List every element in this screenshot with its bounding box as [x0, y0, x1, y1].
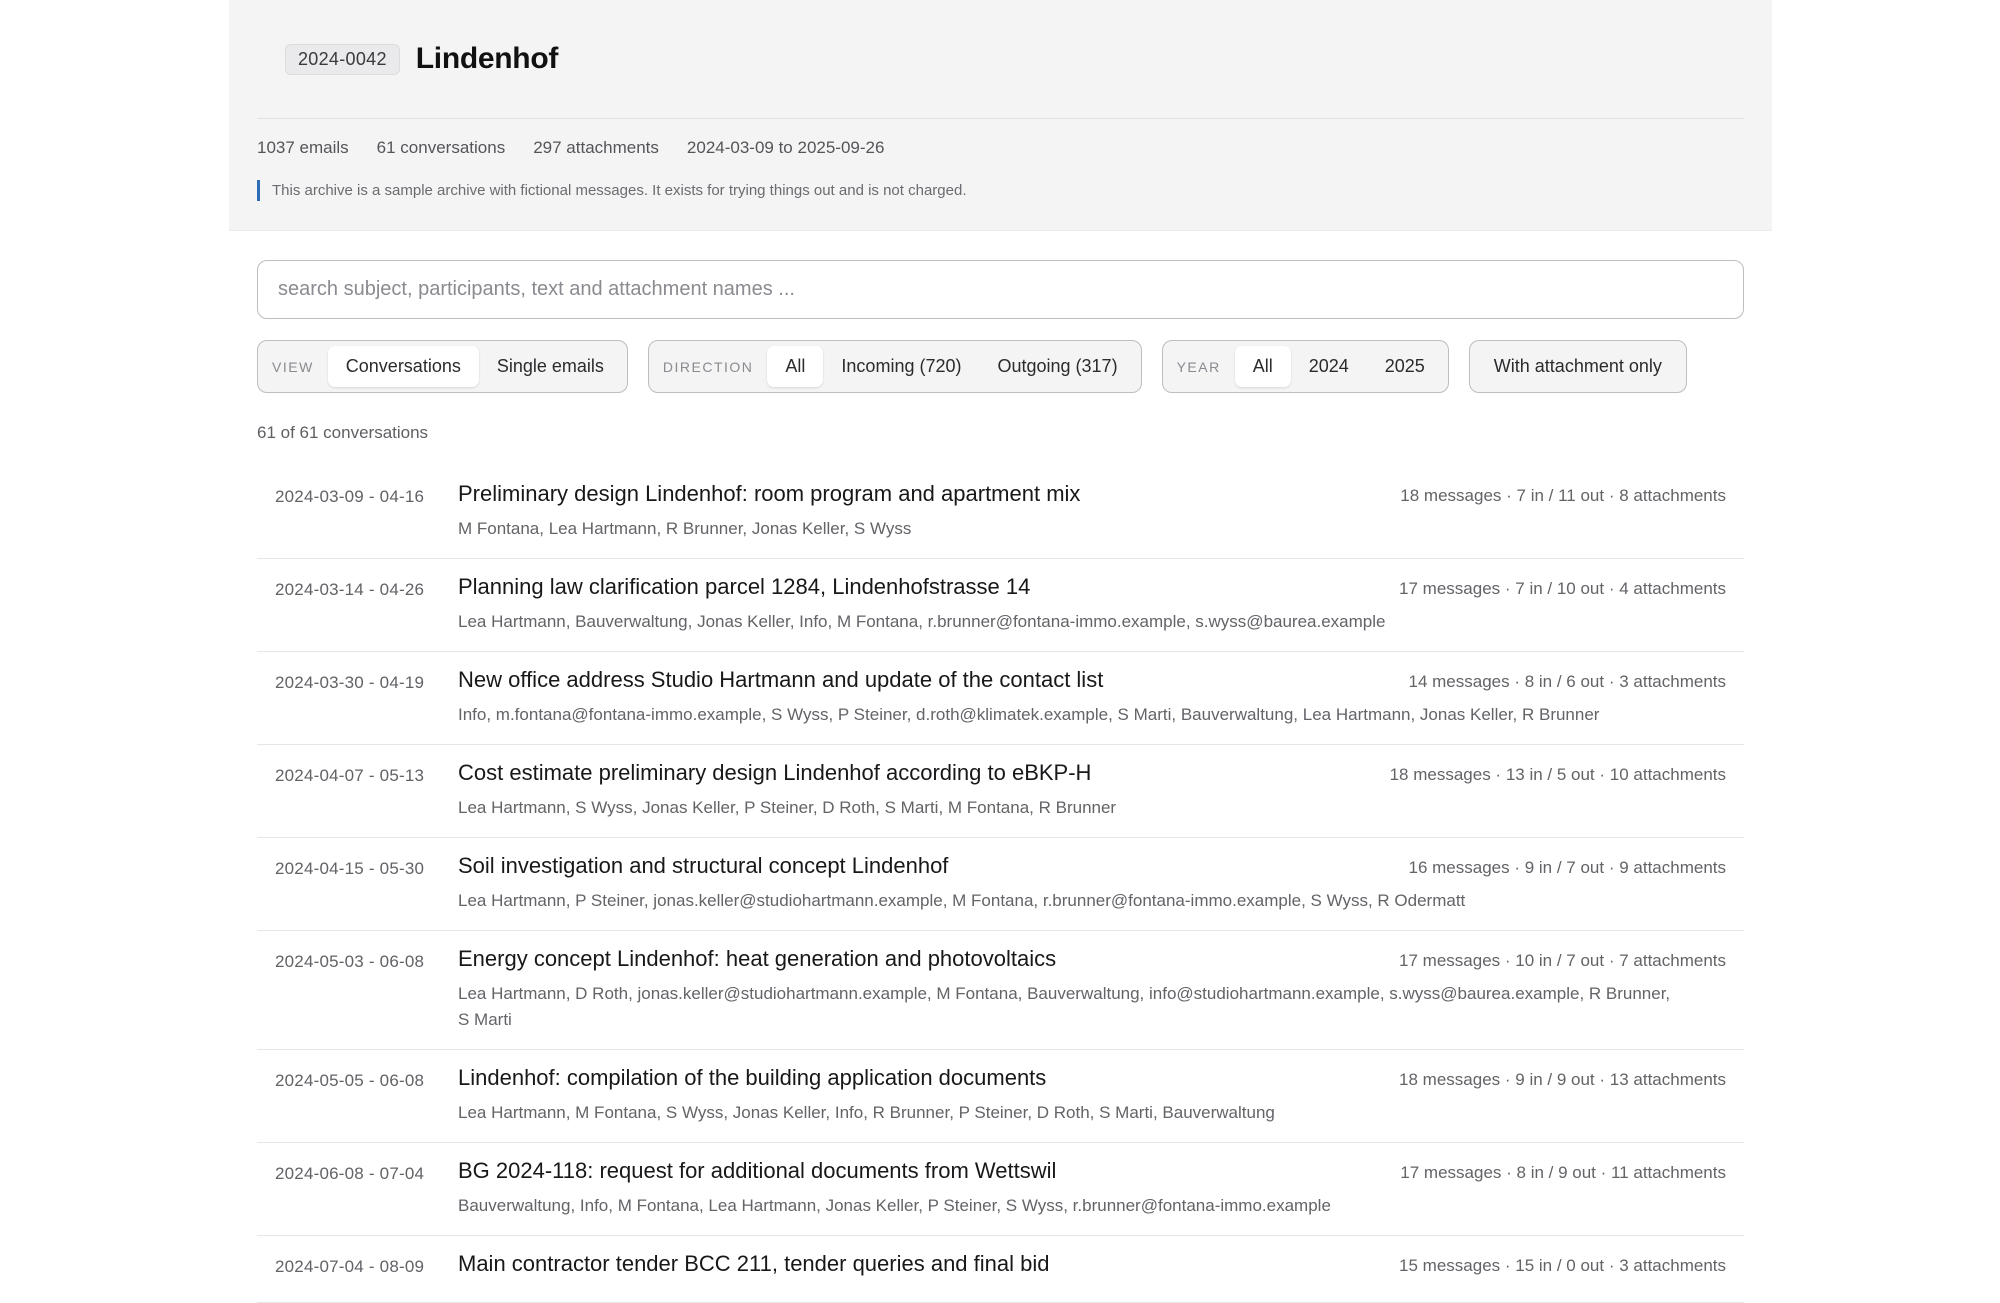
- view-option-conversations[interactable]: Conversations: [327, 346, 479, 387]
- conversation-body: Planning law clarification parcel 1284, …: [458, 559, 1726, 651]
- conversation-body: Main contractor tender BCC 211, tender q…: [458, 1236, 1726, 1302]
- conversation-row[interactable]: 2024-05-03 - 06-08 Energy concept Linden…: [257, 931, 1744, 1050]
- conversation-meta: 17 messages · 8 in / 9 out · 11 attachme…: [1400, 1163, 1726, 1182]
- conversation-body: BG 2024-118: request for additional docu…: [458, 1143, 1726, 1235]
- conversation-header: Main contractor tender BCC 211, tender q…: [458, 1251, 1726, 1277]
- conversation-body: Preliminary design Lindenhof: room progr…: [458, 466, 1726, 558]
- conversation-date: 2024-06-08 - 07-04: [275, 1164, 425, 1183]
- conversation-row[interactable]: 2024-04-15 - 05-30 Soil investigation an…: [257, 838, 1744, 931]
- conversation-meta: 17 messages · 10 in / 7 out · 7 attachme…: [1399, 951, 1726, 970]
- conversation-meta: 18 messages · 7 in / 11 out · 8 attachme…: [1400, 486, 1726, 505]
- conversation-subject[interactable]: Main contractor tender BCC 211, tender q…: [458, 1251, 1050, 1277]
- stat-emails: 1037 emails: [257, 138, 349, 157]
- stat-attachments: 297 attachments: [533, 138, 659, 157]
- conversation-subject[interactable]: Preliminary design Lindenhof: room progr…: [458, 481, 1080, 507]
- conversation-subject[interactable]: Cost estimate preliminary design Lindenh…: [458, 760, 1091, 786]
- conversation-subject[interactable]: BG 2024-118: request for additional docu…: [458, 1158, 1056, 1184]
- archive-page: 2024-0042 Lindenhof 1037 emails 61 conve…: [229, 0, 1772, 1303]
- conversation-row[interactable]: 2024-03-09 - 04-16 Preliminary design Li…: [257, 466, 1744, 559]
- conversation-participants: Lea Hartmann, Bauverwaltung, Jonas Kelle…: [458, 612, 1386, 631]
- conversation-row[interactable]: 2024-07-04 - 08-09 Main contractor tende…: [257, 1236, 1744, 1303]
- conversation-participants: Info, m.fontana@fontana-immo.example, S …: [458, 705, 1600, 724]
- conversation-body: Soil investigation and structural concep…: [458, 838, 1726, 930]
- year-option-2025[interactable]: 2025: [1367, 346, 1443, 387]
- case-id-badge: 2024-0042: [285, 43, 400, 75]
- page-title: Lindenhof: [415, 42, 559, 75]
- conversation-subject[interactable]: Soil investigation and structural concep…: [458, 853, 948, 879]
- direction-option-outgoing[interactable]: Outgoing (317): [979, 346, 1135, 387]
- conversation-header: Planning law clarification parcel 1284, …: [458, 574, 1726, 600]
- conversation-date: 2024-05-03 - 06-08: [275, 952, 425, 971]
- conversation-date: 2024-04-07 - 05-13: [275, 766, 425, 785]
- conversation-date: 2024-03-09 - 04-16: [275, 487, 425, 506]
- main-content: VIEW Conversations Single emails DIRECTI…: [229, 231, 1772, 1303]
- conversation-subject[interactable]: Energy concept Lindenhof: heat generatio…: [458, 946, 1056, 972]
- year-filter: YEAR All 2024 2025: [1161, 340, 1449, 393]
- conversation-row[interactable]: 2024-04-07 - 05-13 Cost estimate prelimi…: [257, 745, 1744, 838]
- conversation-participants: Lea Hartmann, P Steiner, jonas.keller@st…: [458, 891, 1466, 910]
- conversation-meta: 18 messages · 9 in / 9 out · 13 attachme…: [1399, 1070, 1726, 1089]
- title-row: 2024-0042 Lindenhof: [257, 0, 1744, 119]
- view-filter: VIEW Conversations Single emails: [257, 340, 628, 393]
- conversation-row[interactable]: 2024-03-14 - 04-26 Planning law clarific…: [257, 559, 1744, 652]
- direction-option-incoming[interactable]: Incoming (720): [823, 346, 979, 387]
- view-filter-label: VIEW: [272, 358, 314, 375]
- archive-stats: 1037 emails 61 conversations 297 attachm…: [257, 119, 1744, 177]
- conversation-row[interactable]: 2024-06-08 - 07-04 BG 2024-118: request …: [257, 1143, 1744, 1236]
- conversation-subject[interactable]: Planning law clarification parcel 1284, …: [458, 574, 1030, 600]
- conversation-body: Cost estimate preliminary design Lindenh…: [458, 745, 1726, 837]
- conversation-header: Cost estimate preliminary design Lindenh…: [458, 760, 1726, 786]
- view-option-single-emails[interactable]: Single emails: [479, 346, 622, 387]
- stat-date-range: 2024-03-09 to 2025-09-26: [686, 138, 885, 157]
- year-option-2024[interactable]: 2024: [1291, 346, 1367, 387]
- attachment-only-toggle[interactable]: With attachment only: [1468, 340, 1687, 393]
- conversation-list: 2024-03-09 - 04-16 Preliminary design Li…: [257, 466, 1744, 1303]
- conversation-meta: 18 messages · 13 in / 5 out · 10 attachm…: [1389, 765, 1726, 784]
- conversation-meta: 15 messages · 15 in / 0 out · 3 attachme…: [1399, 1256, 1726, 1275]
- conversation-date: 2024-05-05 - 06-08: [275, 1071, 425, 1090]
- conversation-row[interactable]: 2024-03-30 - 04-19 New office address St…: [257, 652, 1744, 745]
- direction-option-all[interactable]: All: [767, 346, 824, 387]
- conversation-header: BG 2024-118: request for additional docu…: [458, 1158, 1726, 1184]
- result-count: 61 of 61 conversations: [257, 423, 429, 442]
- conversation-body: Lindenhof: compilation of the building a…: [458, 1050, 1726, 1142]
- conversation-subject[interactable]: New office address Studio Hartmann and u…: [458, 667, 1103, 693]
- archive-header: 2024-0042 Lindenhof 1037 emails 61 conve…: [229, 0, 1772, 231]
- conversation-date: 2024-07-04 - 08-09: [275, 1257, 425, 1276]
- conversation-date: 2024-03-30 - 04-19: [275, 673, 425, 692]
- conversation-participants: Lea Hartmann, D Roth, jonas.keller@studi…: [458, 984, 1671, 1029]
- conversation-meta: 14 messages · 8 in / 6 out · 3 attachmen…: [1408, 672, 1727, 691]
- conversation-date: 2024-04-15 - 05-30: [275, 859, 425, 878]
- filter-bar: VIEW Conversations Single emails DIRECTI…: [257, 340, 1744, 393]
- conversation-participants: Bauverwaltung, Info, M Fontana, Lea Hart…: [458, 1196, 1331, 1215]
- conversation-header: Soil investigation and structural concep…: [458, 853, 1726, 879]
- sample-archive-notice: This archive is a sample archive with fi…: [257, 180, 1744, 201]
- year-filter-label: YEAR: [1176, 358, 1221, 375]
- conversation-subject[interactable]: Lindenhof: compilation of the building a…: [458, 1065, 1046, 1091]
- conversation-meta: 17 messages · 7 in / 10 out · 4 attachme…: [1399, 579, 1726, 598]
- conversation-header: Energy concept Lindenhof: heat generatio…: [458, 946, 1726, 972]
- conversation-date: 2024-03-14 - 04-26: [275, 580, 425, 599]
- conversation-participants: M Fontana, Lea Hartmann, R Brunner, Jona…: [458, 519, 912, 538]
- conversation-participants: Lea Hartmann, M Fontana, S Wyss, Jonas K…: [458, 1103, 1275, 1122]
- year-option-all[interactable]: All: [1234, 346, 1291, 387]
- conversation-body: Energy concept Lindenhof: heat generatio…: [458, 931, 1726, 1049]
- conversation-meta: 16 messages · 9 in / 7 out · 9 attachmen…: [1408, 858, 1727, 877]
- conversation-header: New office address Studio Hartmann and u…: [458, 667, 1726, 693]
- search-input[interactable]: [257, 260, 1744, 319]
- conversation-header: Preliminary design Lindenhof: room progr…: [458, 481, 1726, 507]
- stat-conversations: 61 conversations: [376, 138, 506, 157]
- direction-filter: DIRECTION All Incoming (720) Outgoing (3…: [647, 340, 1142, 393]
- conversation-header: Lindenhof: compilation of the building a…: [458, 1065, 1726, 1091]
- conversation-row[interactable]: 2024-05-05 - 06-08 Lindenhof: compilatio…: [257, 1050, 1744, 1143]
- direction-filter-label: DIRECTION: [662, 358, 754, 375]
- conversation-body: New office address Studio Hartmann and u…: [458, 652, 1726, 744]
- conversation-participants: Lea Hartmann, S Wyss, Jonas Keller, P St…: [458, 798, 1117, 817]
